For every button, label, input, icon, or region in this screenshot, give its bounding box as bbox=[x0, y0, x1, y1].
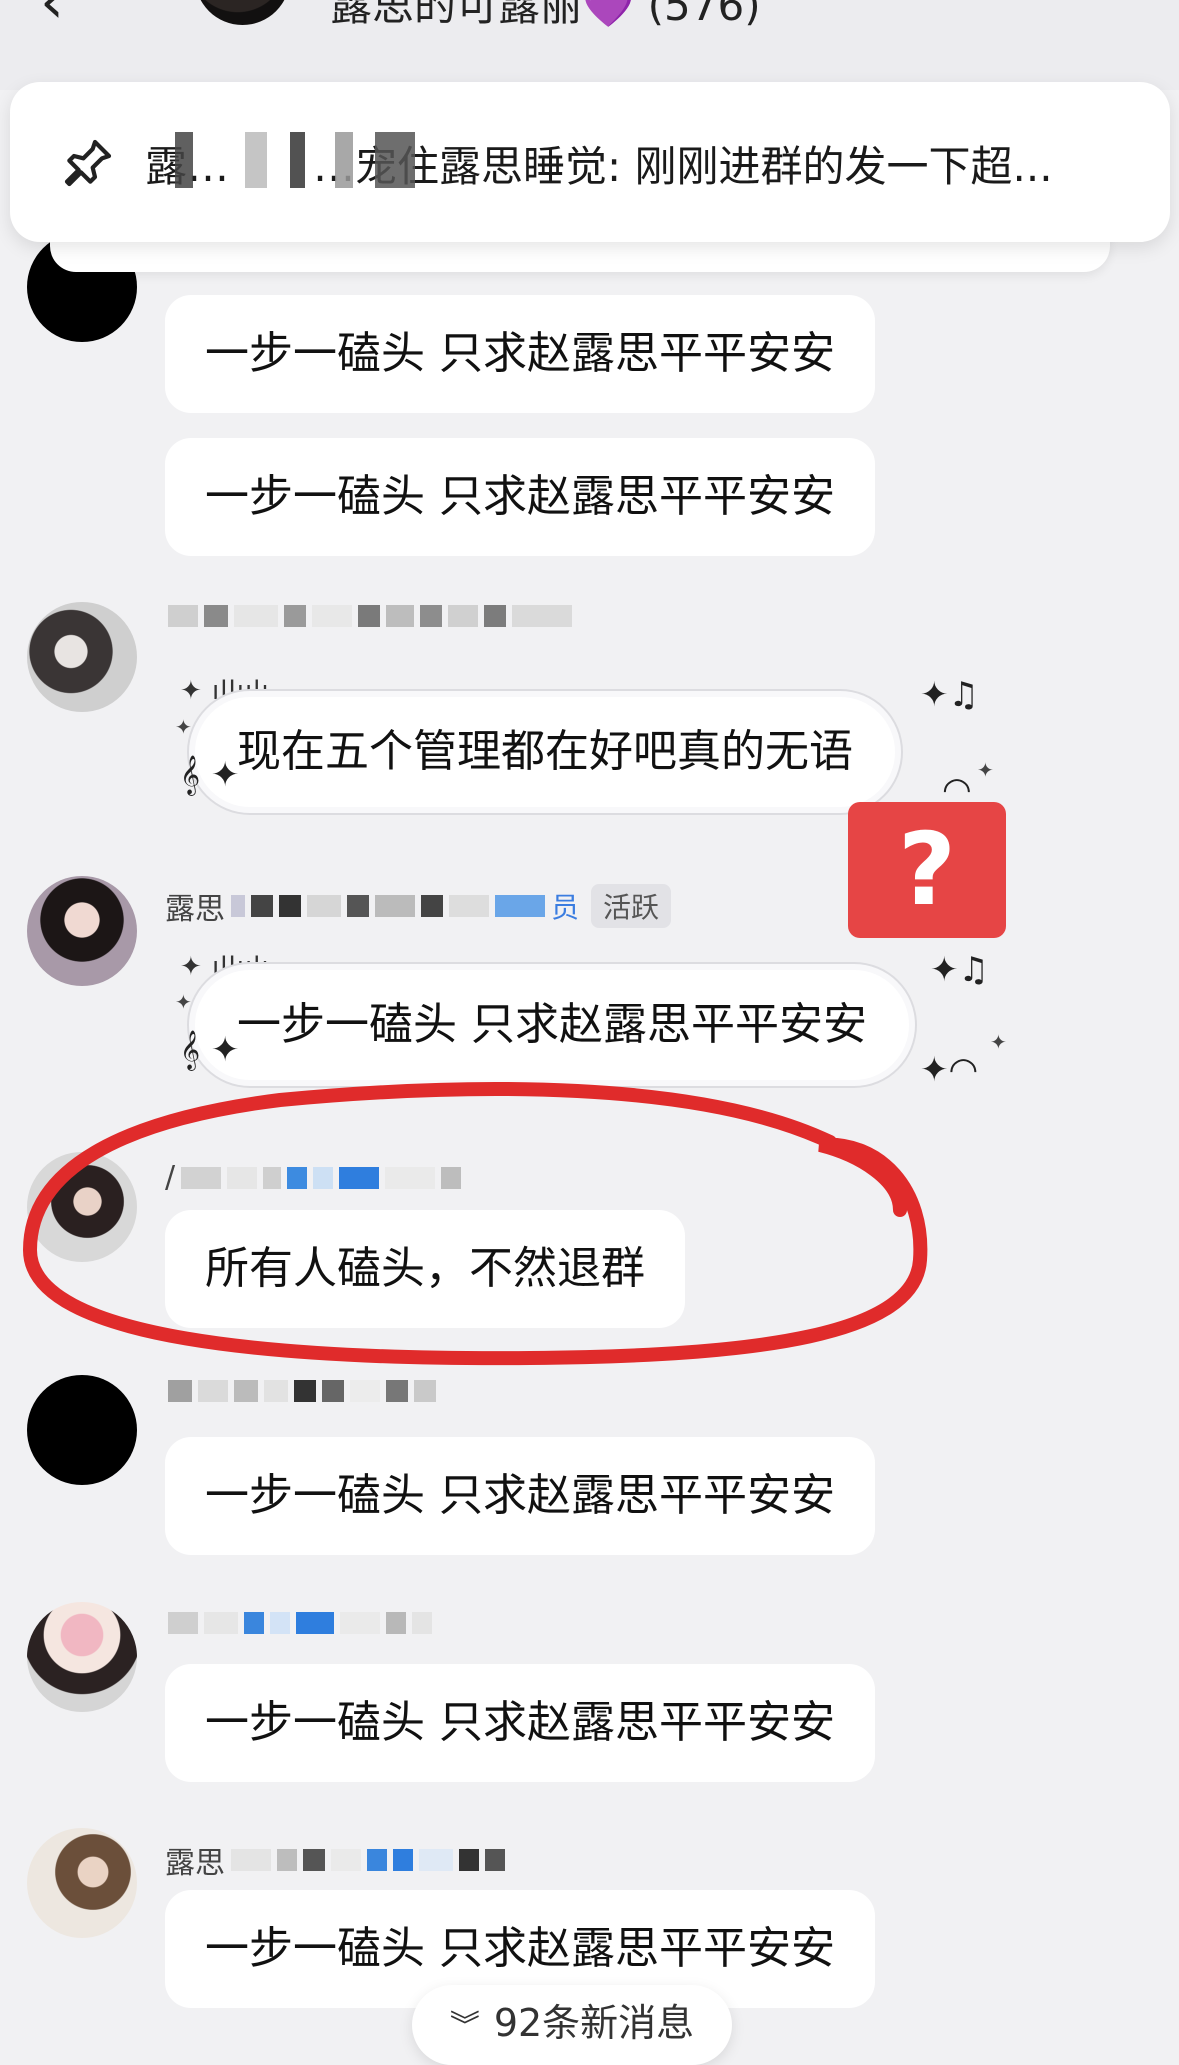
pinned-censor-pixels bbox=[175, 132, 425, 188]
message-bubble[interactable]: 一步一磕头 只求赵露思平平安安 bbox=[165, 1437, 875, 1555]
back-icon[interactable]: ‹ bbox=[40, 0, 110, 32]
message-bubble[interactable]: 现在五个管理都在好吧真的无语 bbox=[195, 697, 895, 807]
message-bubble[interactable]: 所有人磕头，不然退群 bbox=[165, 1210, 685, 1328]
sender-name-censored: 露思 员活跃 bbox=[165, 884, 672, 928]
question-mark-sticker[interactable]: ? bbox=[848, 802, 1006, 938]
treble-clef-icon: 𝄞 ✦ bbox=[180, 755, 240, 795]
sparkle-icon: ✦ bbox=[175, 715, 192, 739]
message-bubble[interactable]: 一步一磕头 只求赵露思平平安安 bbox=[195, 970, 909, 1080]
avatar[interactable] bbox=[27, 1375, 137, 1485]
avatar[interactable] bbox=[27, 1602, 137, 1712]
sparkle-icon: ✦ bbox=[977, 758, 994, 782]
treble-clef-icon: 𝄞 ✦ bbox=[180, 1030, 240, 1070]
new-messages-button[interactable]: ︾ 92条新消息 bbox=[412, 1985, 732, 2065]
pin-icon bbox=[64, 139, 112, 187]
chevron-down-icon: ︾ bbox=[449, 2009, 480, 2044]
avatar[interactable] bbox=[27, 602, 137, 712]
activity-badge: 活跃 bbox=[591, 884, 672, 928]
music-note-icon: ✦♫ bbox=[930, 950, 989, 990]
music-note-icon: ✦♫ bbox=[920, 675, 979, 715]
sender-name-prefix: 露思 bbox=[165, 892, 225, 927]
sender-name-censored: 露思 bbox=[165, 1838, 511, 1881]
role-label: 员 bbox=[551, 891, 580, 924]
sender-name-censored bbox=[168, 1612, 438, 1646]
sender-name-censored bbox=[168, 1380, 442, 1414]
new-messages-label: 92条新消息 bbox=[493, 2001, 695, 2045]
message-bubble[interactable]: 一步一磕头 只求赵露思平平安安 bbox=[165, 1664, 875, 1782]
avatar[interactable] bbox=[27, 1828, 137, 1938]
sparkle-icon: ✦ bbox=[175, 990, 192, 1014]
sender-name-censored: / bbox=[165, 1160, 467, 1195]
group-title[interactable]: 露思的可露丽💜 (576) bbox=[330, 0, 761, 33]
message-bubble[interactable]: 一步一磕头 只求赵露思平平安安 bbox=[165, 438, 875, 556]
headphones-icon: ✦◠ bbox=[920, 1050, 979, 1090]
message-bubble[interactable]: 一步一磕头 只求赵露思平平安安 bbox=[165, 295, 875, 413]
sender-name-prefix: 露思 bbox=[165, 1846, 225, 1881]
sparkle-icon: ✦ bbox=[990, 1030, 1007, 1054]
avatar[interactable] bbox=[27, 1152, 137, 1262]
sender-name-prefix: / bbox=[165, 1160, 176, 1195]
avatar[interactable] bbox=[27, 876, 137, 986]
sender-name-censored bbox=[168, 605, 578, 639]
